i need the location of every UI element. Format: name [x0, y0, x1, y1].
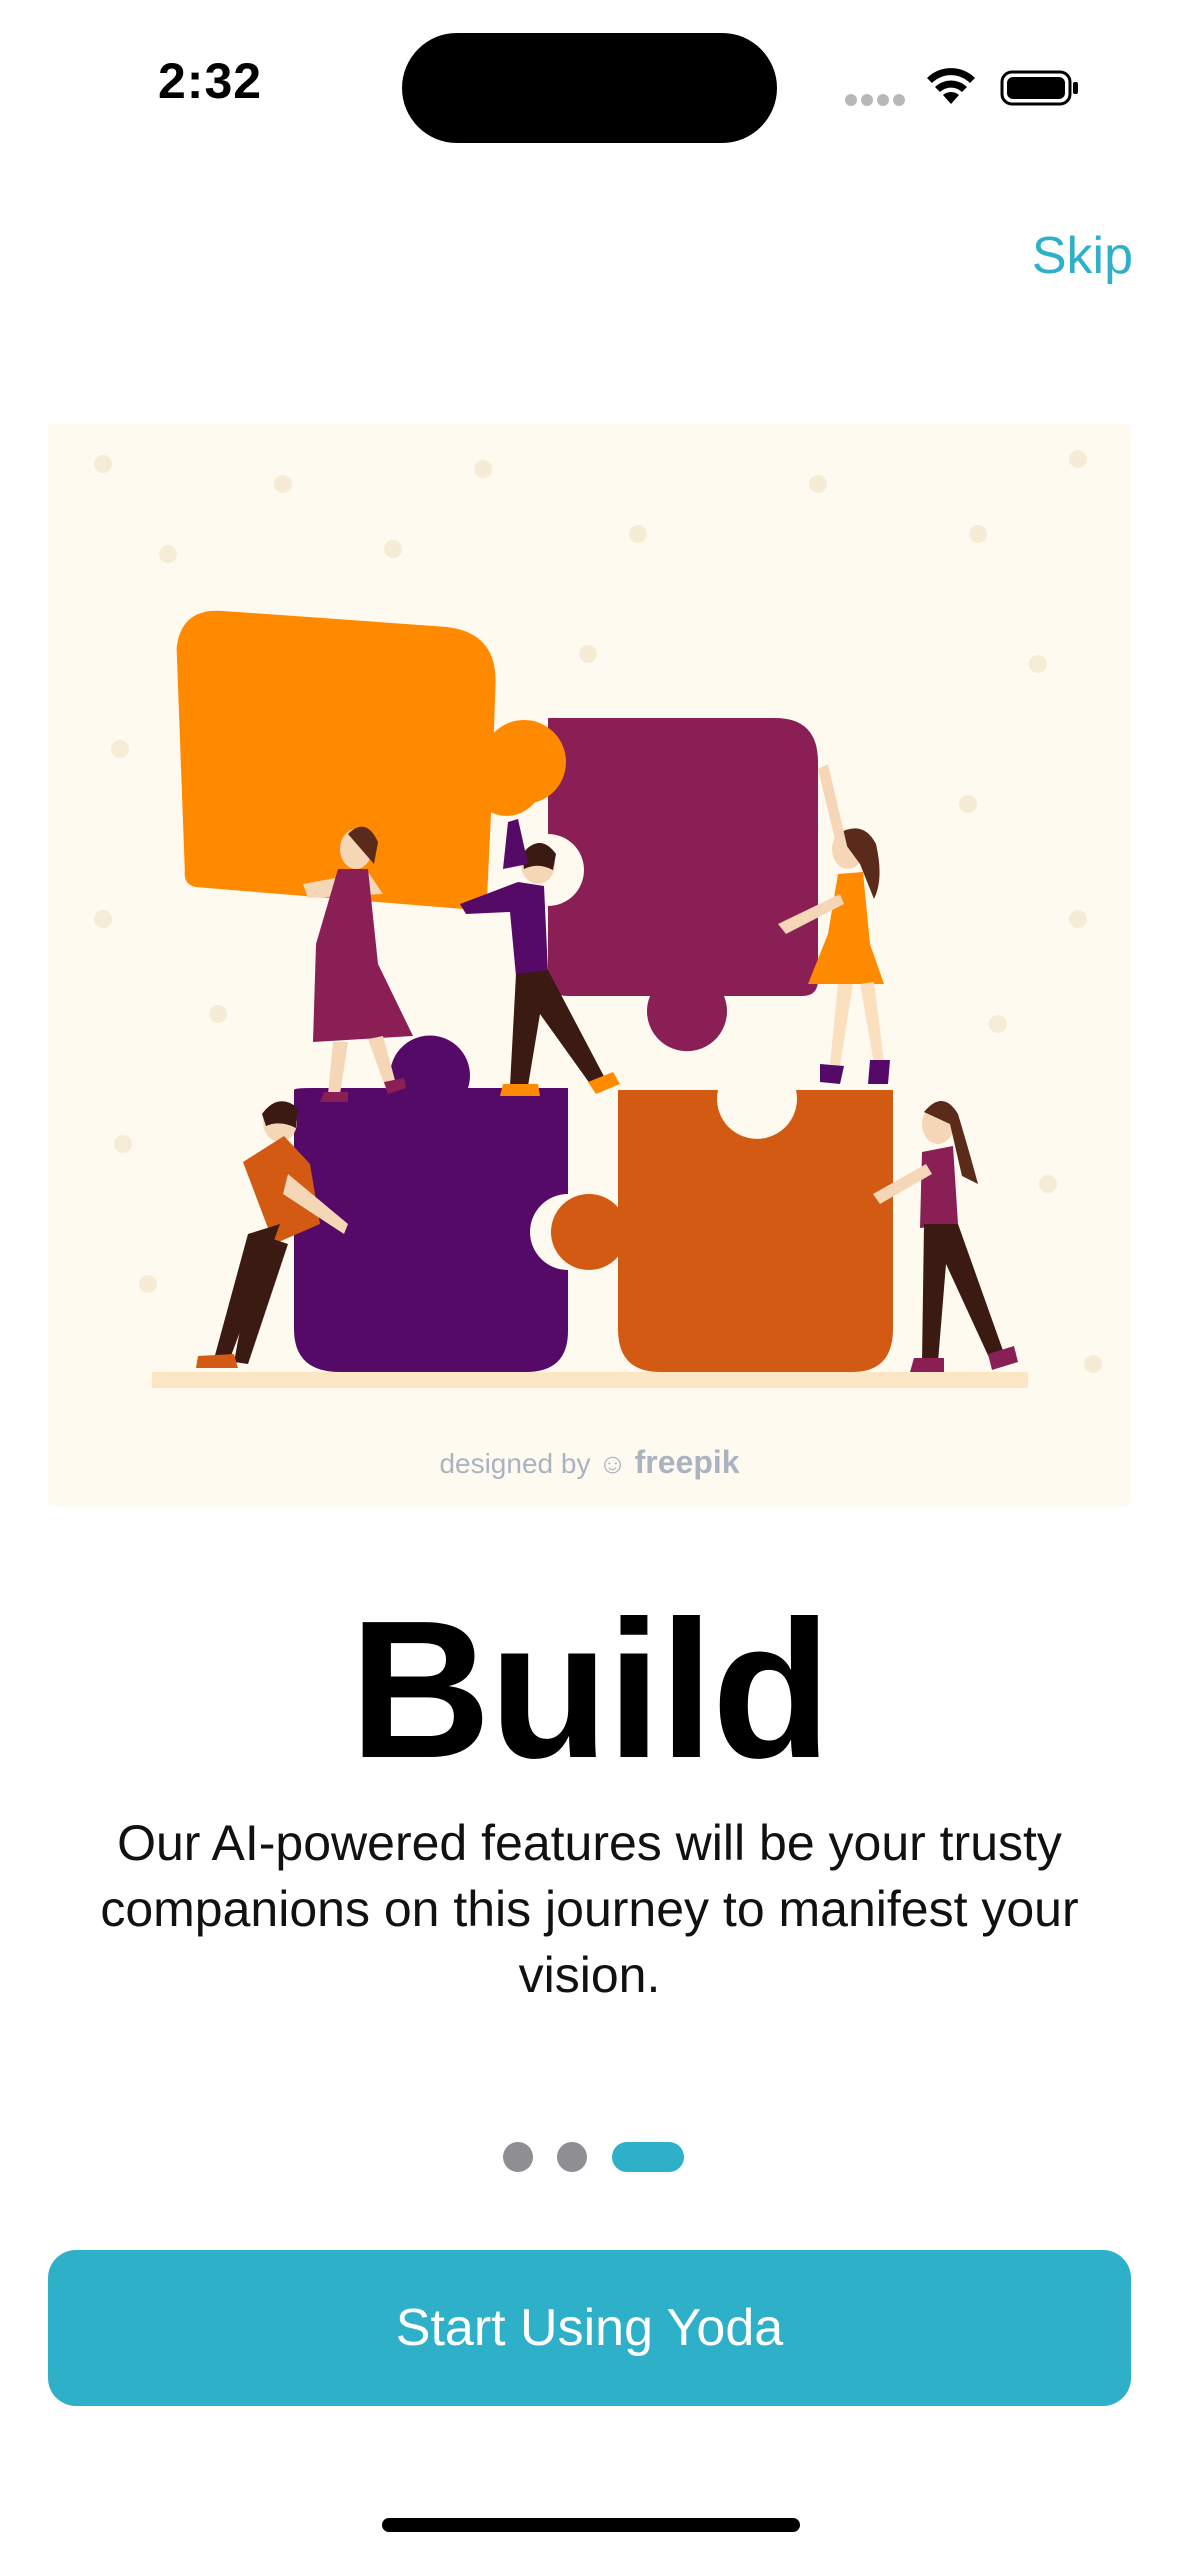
credit-prefix: designed by: [439, 1448, 591, 1479]
credit-brand: freepik: [634, 1444, 740, 1480]
page-dot-2[interactable]: [557, 2142, 587, 2172]
illustration-credit: designed by ☺ freepik: [48, 1444, 1131, 1481]
puzzle-team-illustration: [94, 450, 1102, 1388]
page-dot-1[interactable]: [503, 2142, 533, 2172]
page-title: Build: [349, 1580, 832, 1799]
freepik-logo-icon: ☺: [598, 1448, 627, 1479]
page-dot-3-active[interactable]: [612, 2142, 684, 2172]
status-bar: 2:32: [0, 0, 1179, 150]
start-using-button[interactable]: Start Using Yoda: [48, 2250, 1131, 2406]
home-indicator[interactable]: [382, 2518, 800, 2532]
page-indicator: [0, 2142, 1179, 2172]
onboarding-illustration: designed by ☺ freepik: [48, 424, 1131, 1506]
dynamic-island: [402, 33, 777, 143]
battery-icon: [1000, 70, 1078, 106]
status-time: 2:32: [158, 53, 263, 109]
page-description: Our AI-powered features will be your tru…: [100, 1815, 1079, 2003]
skip-button[interactable]: Skip: [1032, 226, 1133, 286]
wifi-icon: [927, 68, 975, 104]
cellular-signal-icon: [845, 94, 905, 106]
